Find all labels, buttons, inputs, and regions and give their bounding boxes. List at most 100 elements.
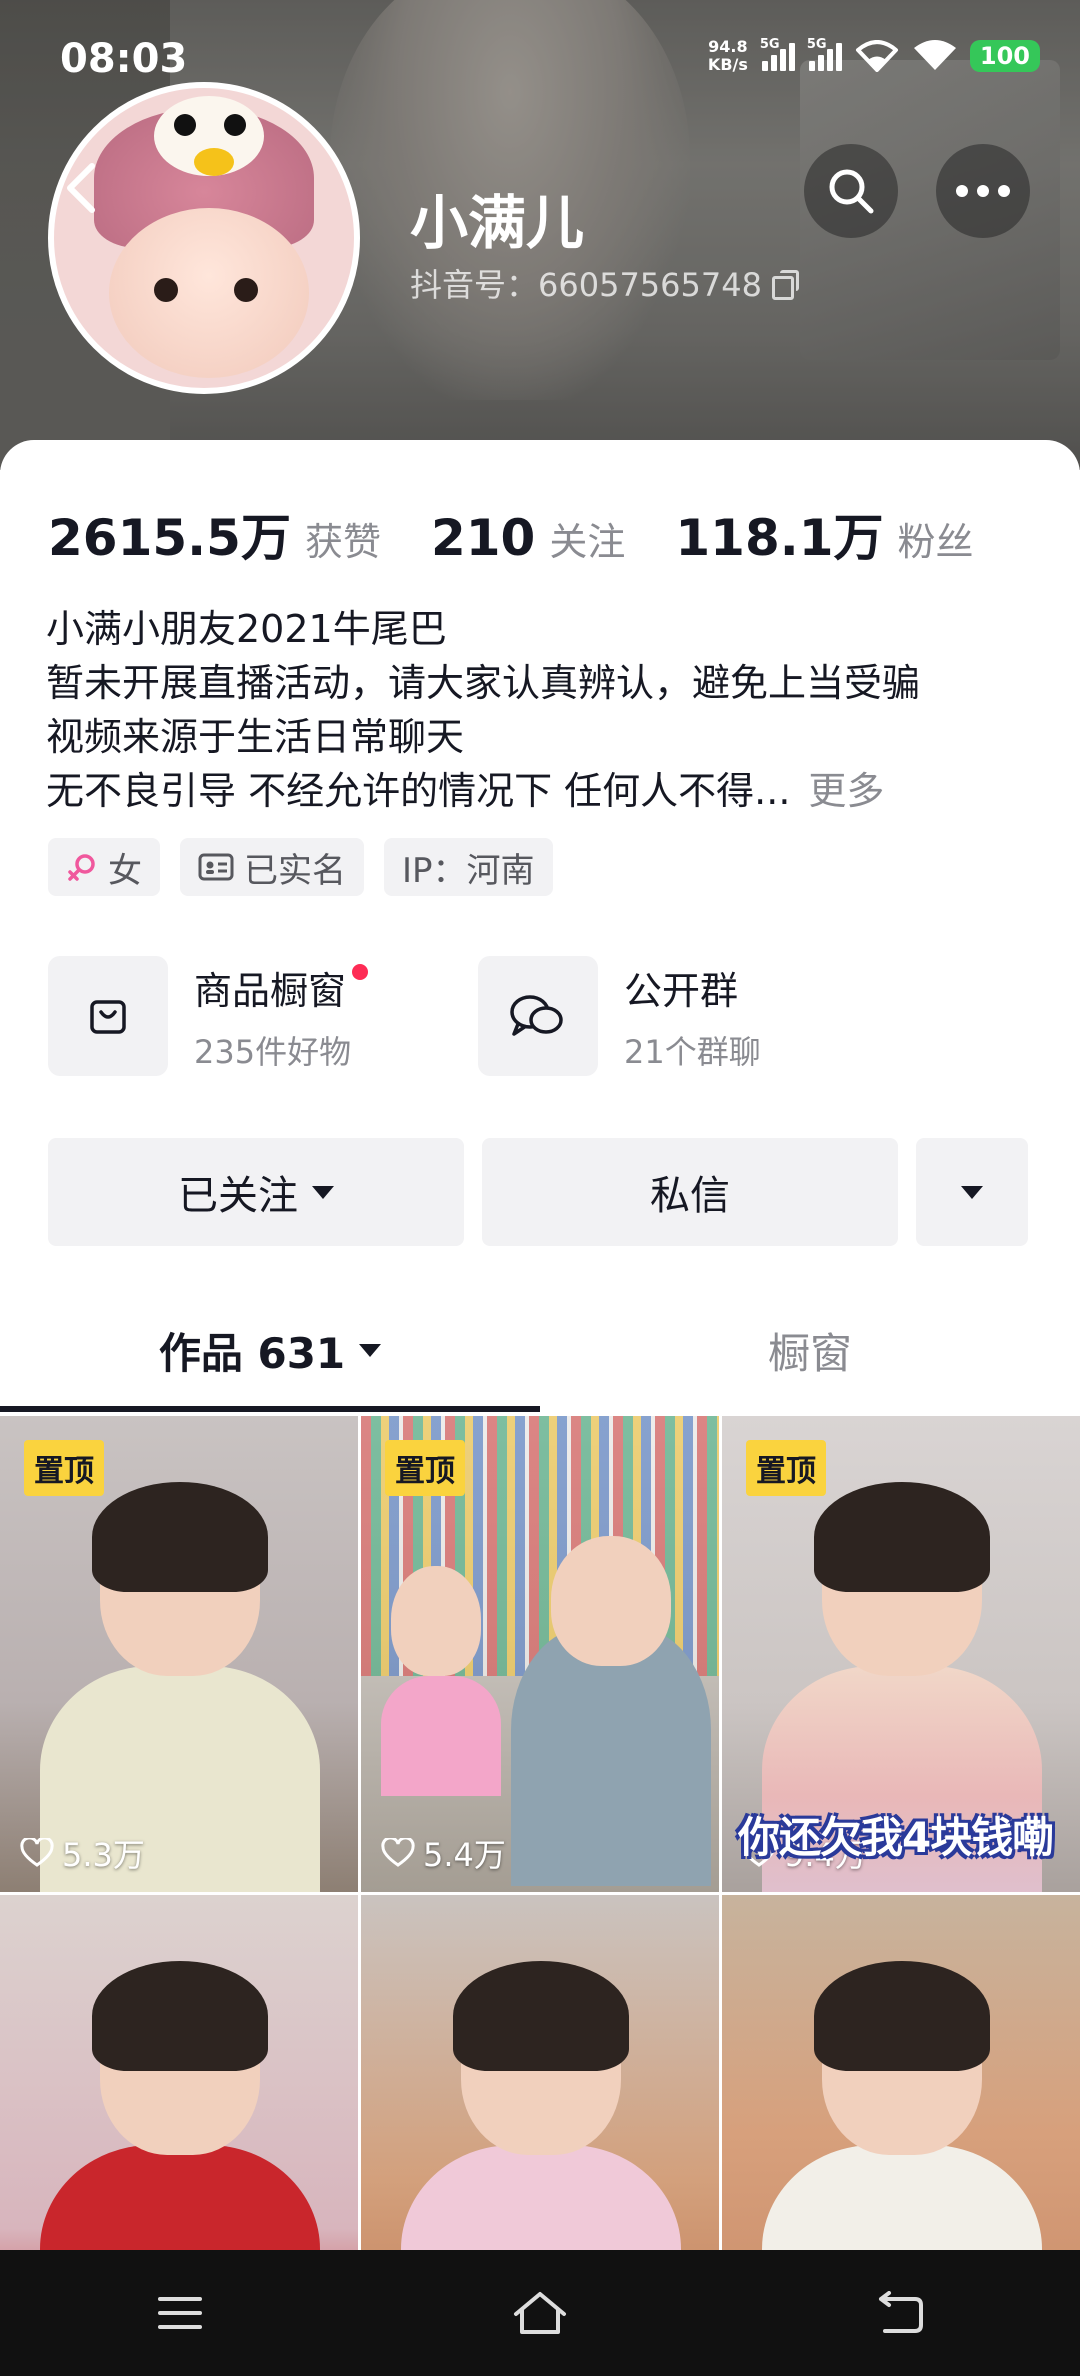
heart-icon — [20, 1838, 54, 1867]
id-card-icon — [198, 853, 234, 881]
video-grid: 置顶 5.3万 置顶 5.4万 置顶 9.4万 你还欠我4块钱嘞 — [0, 1416, 1080, 2371]
douyin-id-text: 抖音号：66057565748 — [410, 266, 762, 304]
bio[interactable]: 小满小朋友2021牛尾巴 暂未开展直播活动，请大家认真辨认，避免上当受骗 视频来… — [46, 602, 1046, 818]
thumbnail-figure — [92, 1482, 268, 1592]
following-button-label: 已关注 — [178, 1173, 298, 1219]
video-thumbnail[interactable]: 置顶 5.3万 — [0, 1416, 358, 1892]
like-count: 5.3万 — [20, 1830, 145, 1876]
stat-label: 关注 — [549, 520, 626, 564]
public-group-shortcut[interactable]: 公开群 21个群聊 — [478, 956, 908, 1076]
verified-tag[interactable]: 已实名 — [180, 838, 364, 896]
like-count: 5.4万 — [381, 1830, 506, 1876]
bio-line: 无不良引导 不经允许的情况下 任何人不得... — [46, 769, 791, 813]
back-icon — [879, 2291, 923, 2333]
shortcut-text: 公开群 21个群聊 — [624, 960, 761, 1073]
wifi-icon — [855, 40, 898, 72]
signal-icon: 5G — [807, 37, 842, 71]
video-caption: 你还欠我4块钱嘞 — [738, 1813, 1054, 1862]
avatar-hat-eye — [174, 114, 196, 136]
shortcut-text: 商品橱窗 235件好物 — [194, 960, 369, 1073]
stat-label: 粉丝 — [897, 520, 974, 564]
home-nav-button[interactable] — [500, 2273, 580, 2353]
shortcut-title: 商品橱窗 — [194, 960, 369, 1015]
pinned-badge: 置顶 — [24, 1440, 104, 1496]
shop-title: 商品橱窗 — [194, 968, 347, 1013]
avatar-face — [109, 208, 309, 378]
shortcut-title: 公开群 — [624, 968, 739, 1013]
thumbnail-figure — [391, 1566, 481, 1676]
ip-tag: IP：河南 — [384, 838, 553, 896]
avatar-hat-eye — [224, 114, 246, 136]
douyin-id[interactable]: 抖音号：66057565748 — [410, 260, 799, 306]
stats-row: 2615.5万 获赞 210 关注 118.1万 粉丝 — [48, 498, 1024, 570]
caret-down-icon — [961, 1185, 983, 1199]
caret-down-icon — [359, 1343, 382, 1357]
thumbnail-figure — [92, 1961, 268, 2071]
menu-icon — [158, 2297, 202, 2329]
shortcut-subtitle: 21个群聊 — [624, 1032, 761, 1071]
profile-tags: 女 已实名 IP：河南 — [48, 838, 553, 896]
tab-works[interactable]: 作品 631 — [0, 1300, 540, 1400]
status-icons: 94.8 KB/s 5G 5G 100 — [708, 37, 1040, 74]
shortcut-subtitle: 235件好物 — [194, 1032, 352, 1071]
bio-line: 暂未开展直播活动，请大家认真辨认，避免上当受骗 — [46, 661, 921, 705]
stat-value: 210 — [430, 509, 536, 567]
message-button-label: 私信 — [650, 1173, 730, 1219]
stat-following[interactable]: 210 关注 — [431, 509, 625, 567]
pinned-badge: 置顶 — [385, 1440, 465, 1496]
gender-tag: 女 — [48, 838, 160, 896]
thumbnail-figure — [814, 1482, 990, 1592]
content-tabs: 作品 631 橱窗 — [0, 1300, 1080, 1400]
heart-icon — [381, 1838, 415, 1867]
system-nav-bar — [0, 2250, 1080, 2376]
active-tab-indicator — [0, 1406, 540, 1412]
search-icon — [829, 169, 874, 214]
recommend-dropdown-button[interactable] — [916, 1138, 1028, 1246]
following-button[interactable]: 已关注 — [48, 1138, 464, 1246]
more-dots-icon — [956, 185, 1010, 197]
menu-nav-button[interactable] — [140, 2273, 220, 2353]
avatar-eye — [154, 278, 178, 302]
status-time: 08:03 — [60, 36, 188, 82]
shopping-bag-icon — [48, 956, 168, 1076]
bio-line-last: 无不良引导 不经允许的情况下 任何人不得... 更多 — [46, 764, 1046, 818]
tab-showcase-label: 橱窗 — [767, 1328, 852, 1378]
signal-label: 5G — [806, 37, 827, 52]
bio-more-link[interactable]: 更多 — [808, 769, 884, 813]
stat-likes[interactable]: 2615.5万 获赞 — [48, 498, 381, 570]
stat-label: 获赞 — [304, 520, 381, 564]
tab-works-label: 作品 631 — [158, 1328, 346, 1378]
thumbnail-figure — [551, 1536, 671, 1666]
verified-tag-label: 已实名 — [244, 850, 346, 891]
copy-icon[interactable] — [771, 270, 799, 300]
video-thumbnail[interactable]: 置顶 5.4万 — [361, 1416, 719, 1892]
avatar-eye — [234, 278, 258, 302]
stat-followers[interactable]: 118.1万 粉丝 — [675, 498, 973, 570]
tab-showcase[interactable]: 橱窗 — [540, 1300, 1080, 1400]
search-button[interactable] — [804, 144, 898, 238]
battery-indicator: 100 — [969, 40, 1040, 72]
network-speed: 94.8 KB/s — [708, 38, 748, 74]
notification-dot — [352, 963, 369, 980]
message-button[interactable]: 私信 — [482, 1138, 898, 1246]
thumbnail-figure — [381, 1676, 501, 1796]
bio-line: 视频来源于生活日常聊天 — [46, 715, 465, 759]
avatar[interactable] — [48, 82, 360, 394]
more-button[interactable] — [936, 144, 1030, 238]
shortcut-row: 商品橱窗 235件好物 公开群 21个群聊 — [48, 956, 908, 1076]
back-button[interactable] — [62, 160, 122, 220]
back-nav-button[interactable] — [860, 2273, 940, 2353]
network-speed-unit: KB/s — [707, 55, 748, 74]
shop-window-shortcut[interactable]: 商品橱窗 235件好物 — [48, 956, 478, 1076]
signal-label: 5G — [759, 37, 780, 52]
chevron-left-icon — [67, 163, 95, 213]
bio-line: 小满小朋友2021牛尾巴 — [46, 607, 447, 651]
video-thumbnail[interactable]: 置顶 9.4万 你还欠我4块钱嘞 — [722, 1416, 1080, 1892]
like-count-value: 5.3万 — [62, 1836, 145, 1874]
avatar-hat-beak — [194, 148, 234, 176]
ip-tag-label: IP：河南 — [402, 850, 535, 891]
stat-value: 2615.5万 — [48, 509, 291, 567]
thumbnail-figure — [453, 1961, 629, 2071]
like-count-value: 5.4万 — [423, 1836, 506, 1874]
pinned-badge: 置顶 — [746, 1440, 826, 1496]
